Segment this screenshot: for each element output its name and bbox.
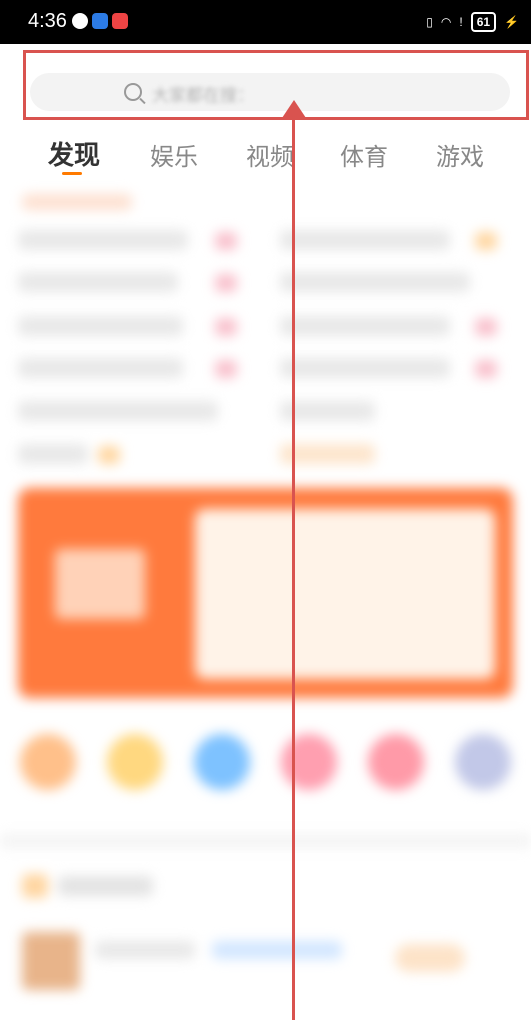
annotation-arrow — [292, 112, 295, 1020]
main-content: 大家都在搜： 发现 娱乐 视频 体育 游戏 — [0, 44, 531, 1020]
app-notification-icon — [92, 13, 108, 29]
shortcut-icon[interactable] — [281, 734, 337, 790]
hot-item[interactable] — [280, 316, 450, 336]
status-time: 4:36 — [28, 10, 67, 32]
hot-item[interactable] — [18, 444, 88, 464]
hot-badge — [475, 318, 497, 336]
promo-title — [55, 549, 145, 619]
hot-item[interactable] — [280, 272, 470, 292]
shortcut-icon[interactable] — [455, 734, 511, 790]
category-tabs: 发现 娱乐 视频 体育 游戏 — [0, 132, 531, 172]
hot-badge — [215, 360, 237, 378]
active-tab-indicator — [62, 172, 82, 175]
hot-list-header — [22, 194, 132, 210]
section-icon — [22, 874, 48, 898]
status-icons: ▯ ◠ ! 61 ⚡ — [426, 12, 519, 32]
status-bar: 4:36 ▯ ◠ ! 61 ⚡ — [0, 0, 531, 44]
hot-item[interactable] — [18, 401, 218, 421]
tab-sports[interactable]: 体育 — [340, 137, 388, 172]
hot-item[interactable] — [18, 316, 183, 336]
alert-icon: ! — [459, 15, 463, 29]
message-notification-icon — [112, 13, 128, 29]
feed-button[interactable] — [395, 944, 465, 972]
charging-icon: ⚡ — [504, 15, 519, 29]
section-title — [58, 876, 153, 896]
wifi-icon: ◠ — [440, 15, 452, 29]
shortcut-icon[interactable] — [20, 734, 76, 790]
vibrate-icon: ▯ — [426, 15, 433, 29]
divider — [0, 834, 531, 848]
hot-item[interactable] — [18, 230, 188, 250]
tab-discover[interactable]: 发现 — [48, 135, 100, 172]
battery-indicator: 61 — [470, 12, 497, 32]
tab-games[interactable]: 游戏 — [436, 137, 484, 172]
hot-item[interactable] — [280, 358, 450, 378]
shortcut-icon[interactable] — [107, 734, 163, 790]
annotation-highlight-box — [23, 50, 529, 120]
feed-title — [95, 941, 195, 959]
hot-item[interactable] — [18, 358, 183, 378]
hot-badge — [98, 446, 120, 464]
hot-badge — [475, 360, 497, 378]
hot-badge — [215, 232, 237, 250]
shortcut-icon[interactable] — [194, 734, 250, 790]
shortcut-icon[interactable] — [368, 734, 424, 790]
hot-item[interactable] — [280, 230, 450, 250]
hot-badge — [215, 318, 237, 336]
hot-badge — [215, 274, 237, 292]
tab-video[interactable]: 视频 — [246, 137, 294, 172]
hot-badge — [475, 232, 497, 250]
wechat-icon — [72, 13, 88, 29]
hot-item[interactable] — [18, 272, 178, 292]
tab-entertainment[interactable]: 娱乐 — [150, 137, 198, 172]
feed-thumbnail[interactable] — [22, 932, 80, 990]
annotation-arrow-head — [282, 100, 306, 118]
feed-tag — [212, 941, 342, 959]
promo-panel — [195, 509, 495, 679]
